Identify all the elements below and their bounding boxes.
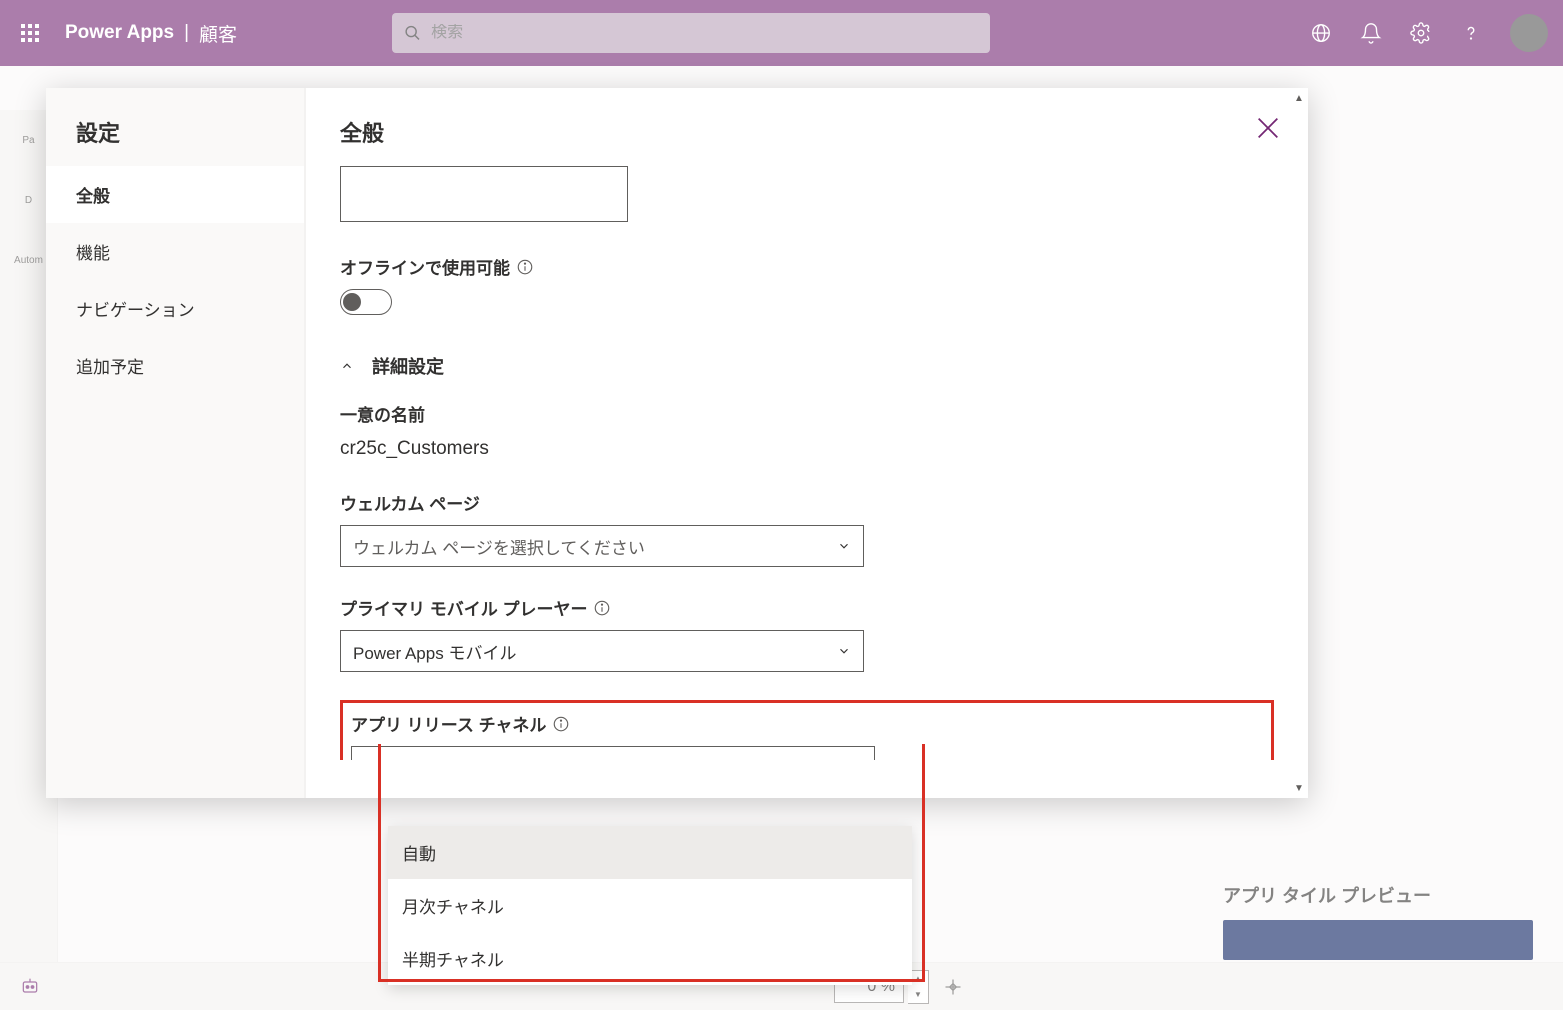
settings-content: 全般 ▲ ▼ オフラインで使用可能 詳細設定 一意の名前 cr25c_Custo…: [306, 88, 1308, 798]
scroll-down-icon[interactable]: ▼: [1292, 778, 1306, 798]
welcome-page-select[interactable]: ウェルカム ページを選択してください: [340, 525, 864, 567]
toggle-knob: [343, 293, 361, 311]
nav-item-general[interactable]: 全般: [46, 166, 304, 223]
unique-name-label: 一意の名前: [340, 401, 1274, 426]
offline-label: オフラインで使用可能: [340, 254, 1274, 279]
release-channel-value: 自動: [364, 755, 398, 761]
info-icon[interactable]: [516, 258, 534, 276]
nav-item-navigation[interactable]: ナビゲーション: [46, 280, 304, 337]
scroll-up-icon[interactable]: ▲: [1292, 88, 1306, 108]
welcome-page-placeholder: ウェルカム ページを選択してください: [353, 534, 645, 559]
info-icon[interactable]: [593, 599, 611, 617]
mobile-player-value: Power Apps モバイル: [353, 639, 516, 664]
nav-item-upcoming[interactable]: 追加予定: [46, 337, 304, 394]
advanced-section-header[interactable]: 詳細設定: [340, 353, 1274, 379]
dropdown-option-auto[interactable]: 自動: [388, 826, 912, 879]
release-channel-highlight: アプリ リリース チャネル 自動: [340, 700, 1274, 760]
release-channel-label: アプリ リリース チャネル: [351, 711, 1263, 736]
description-input[interactable]: [340, 166, 628, 222]
general-heading: 全般: [340, 116, 1274, 148]
mobile-player-select[interactable]: Power Apps モバイル: [340, 630, 864, 672]
chevron-up-icon: [340, 359, 354, 373]
offline-toggle[interactable]: [340, 289, 392, 315]
chevron-down-icon: [837, 539, 851, 553]
dropdown-option-semi[interactable]: 半期チャネル: [388, 932, 912, 985]
release-channel-dropdown: 自動 月次チャネル 半期チャネル: [388, 826, 912, 985]
settings-modal: 設定 全般 機能 ナビゲーション 追加予定 全般 ▲ ▼ オフラインで使用可能 …: [46, 88, 1308, 798]
dropdown-option-monthly[interactable]: 月次チャネル: [388, 879, 912, 932]
settings-title: 設定: [46, 88, 304, 166]
info-icon[interactable]: [552, 715, 570, 733]
welcome-page-label: ウェルカム ページ: [340, 490, 1274, 515]
mobile-player-label: プライマリ モバイル プレーヤー: [340, 595, 1274, 620]
chevron-down-icon: [837, 644, 851, 658]
nav-item-features[interactable]: 機能: [46, 223, 304, 280]
settings-body: オフラインで使用可能 詳細設定 一意の名前 cr25c_Customers ウェ…: [340, 166, 1274, 760]
unique-name-value: cr25c_Customers: [340, 438, 1274, 460]
release-channel-select[interactable]: 自動: [351, 746, 875, 760]
close-icon[interactable]: [1254, 114, 1282, 142]
settings-nav: 設定 全般 機能 ナビゲーション 追加予定: [46, 88, 306, 798]
